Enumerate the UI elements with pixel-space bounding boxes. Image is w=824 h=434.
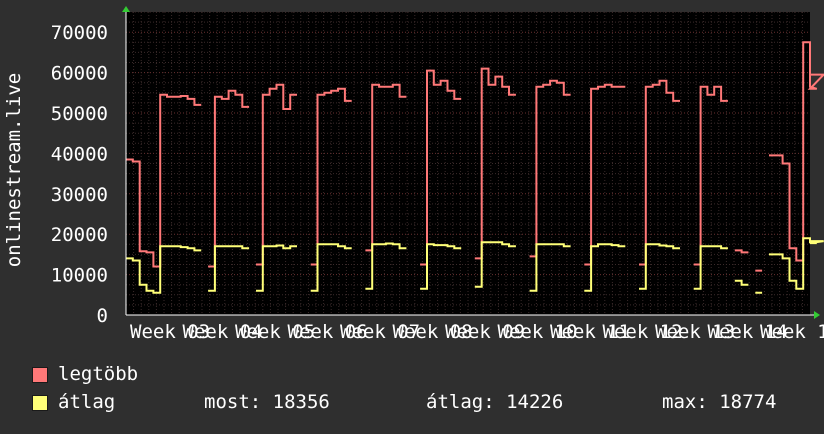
legend-swatch-avg [32, 395, 48, 411]
y-tick-label: 0 [97, 305, 108, 327]
stat-max: max: 18774 [662, 391, 777, 413]
chart-container: 0 10000 20000 30000 40000 50000 60000 70000 Wee… [0, 0, 824, 430]
x-axis-arrow-icon [814, 311, 820, 319]
legend-swatch-max [32, 367, 48, 383]
y-tick-label: 50000 [51, 103, 108, 125]
y-tick-label: 70000 [51, 22, 108, 44]
x-tick-labels: Week 03Week 04Week 05Week 06Week 07Week … [130, 321, 824, 343]
y-axis-label: onlinestream.live [3, 73, 25, 267]
x-tick-label: Week 15 [760, 321, 824, 343]
stat-now: most: 18356 [204, 391, 330, 413]
stat-average: átlag: 14226 [426, 391, 564, 413]
y-tick-label: 60000 [51, 63, 108, 85]
y-tick-label: 20000 [51, 224, 108, 246]
legend-label-avg: átlag [58, 391, 116, 413]
y-tick-label: 30000 [51, 184, 108, 206]
y-axis-arrow-icon [122, 6, 130, 12]
y-tick-labels: 0 10000 20000 30000 40000 50000 60000 70000 [51, 22, 108, 327]
y-tick-label: 40000 [51, 143, 108, 165]
legend-label-max: legtöbb [58, 363, 139, 385]
y-tick-label: 10000 [51, 265, 108, 287]
